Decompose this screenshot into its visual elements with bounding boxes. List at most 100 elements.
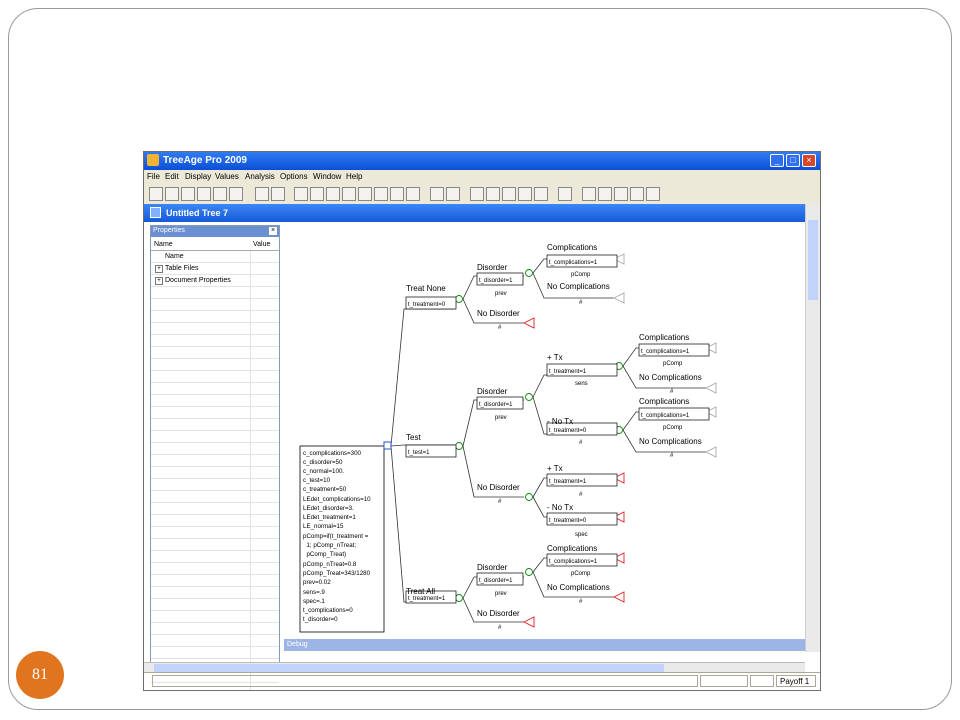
tornado-icon[interactable] [502,187,516,201]
probability[interactable]: # [670,453,674,459]
probability[interactable]: pComp [571,571,591,577]
branch-label[interactable]: - No Tx [547,417,573,426]
palette-icon[interactable] [534,187,548,201]
branch-label[interactable]: No Disorder [477,483,520,492]
probability[interactable]: # [579,440,583,446]
probability[interactable]: # [498,325,502,331]
chance-node-icon[interactable] [310,187,324,201]
terminal-node[interactable] [612,591,625,603]
label-node-icon[interactable] [358,187,372,201]
scroll-thumb[interactable] [808,220,818,300]
select-arrow-icon[interactable] [558,187,572,201]
menu-analysis[interactable]: Analysis [245,172,275,181]
close-icon[interactable]: × [269,227,277,235]
bar-chart-icon[interactable] [470,187,484,201]
expand-icon[interactable]: + [155,277,163,285]
pen-icon[interactable] [518,187,532,201]
round-rect-tool-icon[interactable] [614,187,628,201]
list-item[interactable]: + Document Properties [151,275,279,287]
terminal-node-icon[interactable] [326,187,340,201]
analysis-icon[interactable] [430,187,444,201]
find-icon[interactable] [229,187,243,201]
terminal-node[interactable] [704,446,717,458]
menu-edit[interactable]: Edit [165,172,179,181]
probability[interactable]: # [579,599,583,605]
probability[interactable]: # [579,492,583,498]
branch-label[interactable]: Disorder [477,387,508,396]
open-icon[interactable] [165,187,179,201]
close-button[interactable]: × [802,154,816,167]
maximize-button[interactable]: □ [786,154,800,167]
branch-label[interactable]: Complications [639,333,689,342]
branch-label[interactable]: No Complications [547,282,610,291]
probability[interactable]: prev [495,415,507,421]
probability[interactable]: # [579,300,583,306]
warning-icon[interactable] [446,187,460,201]
chance-node[interactable] [525,269,533,277]
print-icon[interactable] [197,187,211,201]
probability[interactable]: pComp [663,361,683,367]
chance-node[interactable] [525,493,533,501]
chance-node[interactable] [455,594,463,602]
probability[interactable]: # [498,499,502,505]
list-item[interactable]: + Table Files [151,263,279,275]
chance-node[interactable] [525,568,533,576]
menu-values[interactable]: Values [215,172,239,181]
probability[interactable]: # [670,389,674,395]
calc-icon[interactable] [255,187,269,201]
chance-node[interactable] [455,442,463,450]
cloud-icon[interactable] [406,187,420,201]
branch-label[interactable]: No Complications [639,373,702,382]
probability[interactable]: prev [495,591,507,597]
sensitivity-icon[interactable] [486,187,500,201]
branch-label[interactable]: Test [406,433,421,442]
terminal-node[interactable] [522,616,535,628]
new-icon[interactable] [149,187,163,201]
branch-label[interactable]: No Disorder [477,609,520,618]
decision-node-icon[interactable] [294,187,308,201]
probability[interactable]: prev [495,291,507,297]
equals-icon[interactable] [374,187,388,201]
menu-options[interactable]: Options [280,172,308,181]
branch-label[interactable]: Disorder [477,563,508,572]
branch-label[interactable]: Disorder [477,263,508,272]
menu-help[interactable]: Help [346,172,362,181]
debug-bar[interactable]: Debug [284,639,805,651]
terminal-node[interactable] [522,317,535,329]
menu-file[interactable]: File [147,172,160,181]
probability[interactable]: # [498,625,502,631]
branch-label[interactable]: Complications [547,544,597,553]
ellipse-tool-icon[interactable] [630,187,644,201]
branch-label[interactable]: Treat All [406,587,435,596]
decision-tree[interactable]: c_complications=300 c_disorder=50 c_norm… [284,225,805,639]
branch-label[interactable]: Treat None [406,284,446,293]
rectangle-tool-icon[interactable] [598,187,612,201]
print-preview-icon[interactable] [213,187,227,201]
branch-label[interactable]: No Complications [547,583,610,592]
chance-node[interactable] [525,393,533,401]
branch-label[interactable]: - No Tx [547,503,573,512]
decision-node[interactable] [383,441,392,450]
branch-label[interactable]: Complications [639,397,689,406]
fx-icon[interactable] [271,187,285,201]
branch-label[interactable]: Complications [547,243,597,252]
vertical-scrollbar[interactable] [805,204,820,652]
clock-icon[interactable] [390,187,404,201]
line-tool-icon[interactable] [582,187,596,201]
markov-node-icon[interactable] [342,187,356,201]
branch-label[interactable]: No Complications [639,437,702,446]
minimize-button[interactable]: _ [770,154,784,167]
branch-label[interactable]: + Tx [547,464,563,473]
terminal-node[interactable] [704,382,717,394]
tree-canvas[interactable]: c_complications=300 c_disorder=50 c_norm… [284,225,805,639]
branch-label[interactable]: + Tx [547,353,563,362]
probability[interactable]: pComp [663,425,683,431]
scroll-thumb[interactable] [154,664,664,672]
probability[interactable]: spec [575,532,588,538]
menu-display[interactable]: Display [185,172,211,181]
chance-node[interactable] [455,295,463,303]
terminal-node[interactable] [612,292,625,304]
probability[interactable]: sens [575,381,588,387]
save-icon[interactable] [181,187,195,201]
probability[interactable]: pComp [571,272,591,278]
